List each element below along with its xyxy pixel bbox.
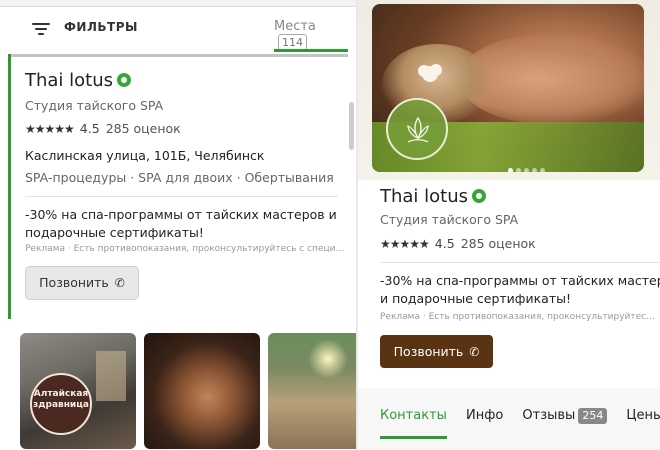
tab-reviews-label: Отзывы [522,408,576,423]
promo-line-1: -30% на спа-программы от тайских мастеро… [380,273,660,288]
rating-stars: ★★★★★ [25,122,75,136]
call-button-label: Позвонить [393,344,464,359]
reviews-count: 285 оценок [105,121,181,136]
rating-value: 4.5 [434,236,455,251]
tab-active-underline [274,49,348,52]
phone-icon: ✆ [469,345,480,359]
detail-separator [380,262,660,263]
verified-icon [117,73,132,87]
ad-label: Реклама [25,244,65,254]
business-categories: SPA-процедуры · SPA для двоих · Обертыва… [25,170,334,185]
carousel-dots[interactable] [508,158,548,172]
lotus-logo-icon [386,98,448,160]
ad-disclaimer-line: Реклама · Есть противопоказания, проконс… [25,244,345,254]
tab-contacts[interactable]: Контакты [380,408,447,440]
detail-promo-text[interactable]: -30% на спа-программы от тайских мастеро… [380,272,660,308]
ad-label: Реклама [380,312,420,322]
business-title-text: Thai lotus [25,70,114,91]
call-button[interactable]: Позвонить ✆ [25,266,139,300]
photo-storefront[interactable]: Алтайская здравница [20,333,136,449]
photo-massage[interactable] [144,333,260,449]
tab-info[interactable]: Инфо [466,408,503,440]
business-subtitle: Студия тайского SPA [25,98,164,113]
call-button-label: Позвонить [39,275,109,290]
detail-ad-line: Реклама · Есть противопоказания, проконс… [380,312,660,322]
detail-title-text: Thai lotus [380,186,469,207]
photo-interior[interactable] [268,333,356,449]
detail-subtitle: Студия тайского SPA [380,212,519,227]
card-divider [11,54,348,57]
phone-icon: ✆ [114,276,125,290]
tab-places-label: Места [274,19,316,34]
filter-icon[interactable] [32,23,50,35]
rating-stars: ★★★★★ [380,237,430,251]
ad-disclaimer: Есть противопоказания, проконсультируйте… [428,312,660,322]
detail-tabs: Контакты Инфо Отзывы 254 Цены [380,404,660,440]
rating-value: 4.5 [79,121,100,136]
filters-button[interactable]: ФИЛЬТРЫ [64,20,138,34]
promo-text[interactable]: -30% на спа-программы от тайских мастеро… [25,206,345,242]
business-detail-panel: Thai lotus Студия тайского SPA ★★★★★ 4.5 2… [358,0,660,450]
flower-icon [422,66,438,82]
business-title[interactable]: Thai lotus [25,70,132,91]
ad-disclaimer: Есть противопоказания, проконсультируйте… [73,244,345,254]
rating-row[interactable]: ★★★★★ 4.5 285 оценок [25,121,181,136]
card-separator [25,196,338,197]
filters-bar: ФИЛЬТРЫ Места114 [0,0,356,54]
business-address: Каслинская улица, 101Б, Челябинск [25,148,265,163]
verified-icon [472,189,487,203]
promo-line-2: и подарочные сертификаты! [380,291,571,306]
business-card[interactable]: Thai lotus Студия тайского SPA ★★★★★ 4.5 2… [8,54,348,319]
tab-prices[interactable]: Цены [626,408,660,440]
reviews-count-badge: 254 [578,408,608,424]
detail-title: Thai lotus [380,186,487,207]
hero-photo-carousel[interactable] [372,4,644,172]
photo-strip: Алтайская здравница [20,333,356,449]
reviews-count: 285 оценок [460,236,536,251]
tab-places[interactable]: Места114 [274,19,348,51]
storefront-sign: Алтайская здравница [30,373,92,435]
search-results-panel: ФИЛЬТРЫ Места114 Thai lotus Студия тайск… [0,0,356,450]
scrollbar[interactable] [349,102,354,150]
tab-reviews[interactable]: Отзывы 254 [522,408,608,440]
detail-call-button[interactable]: Позвонить ✆ [380,335,493,368]
detail-rating-row[interactable]: ★★★★★ 4.5 285 оценок [380,236,536,251]
